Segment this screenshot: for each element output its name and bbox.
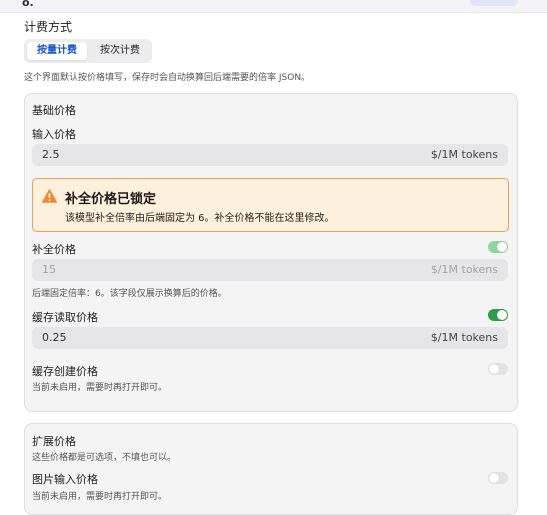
warning-title: 补全价格已锁定 <box>65 192 157 207</box>
cache-read-price-toggle[interactable] <box>488 309 508 321</box>
toggle-knob <box>489 473 499 483</box>
top-edge: o. <box>0 0 547 13</box>
image-input-price-toggle[interactable] <box>488 472 508 484</box>
warning-icon <box>42 189 57 203</box>
completion-price-hint: 后端固定倍率：6。该字段仅展示换算后的价格。 <box>32 289 227 299</box>
base-price-card <box>24 93 518 412</box>
input-price-field[interactable]: 2.5 $/1M tokens <box>32 144 508 166</box>
toggle-knob <box>497 242 507 252</box>
cache-create-price-hint: 当前未启用，需要时再打开即可。 <box>32 383 168 393</box>
cache-read-price-label: 缓存读取价格 <box>32 311 98 324</box>
cache-create-price-toggle[interactable] <box>488 363 508 375</box>
extended-price-title: 扩展价格 <box>32 435 76 448</box>
cache-read-price-unit: $/1M tokens <box>430 331 498 344</box>
cache-create-price-label: 缓存创建价格 <box>32 365 98 378</box>
input-price-label: 输入价格 <box>32 128 76 141</box>
image-input-price-label: 图片输入价格 <box>32 473 98 486</box>
tab-usage-based[interactable]: 按量计费 <box>27 42 87 60</box>
input-price-value[interactable]: 2.5 <box>42 144 60 166</box>
toggle-knob <box>497 310 507 320</box>
tab-per-request[interactable]: 按次计费 <box>90 42 150 60</box>
completion-price-field[interactable]: 15 $/1M tokens <box>32 259 508 281</box>
completion-price-unit: $/1M tokens <box>430 263 498 276</box>
toggle-knob <box>489 364 499 374</box>
pricing-mode-description: 这个界面默认按价格填写，保存时会自动换算回后端需要的倍率 JSON。 <box>24 73 311 83</box>
warning-text: 该模型补全倍率由后端固定为 6。补全价格不能在这里修改。 <box>65 213 335 224</box>
header-fragment: o. <box>22 0 34 9</box>
extended-price-hint: 这些价格都是可选项，不填也可以。 <box>32 453 177 463</box>
base-price-title: 基础价格 <box>32 104 76 117</box>
completion-price-label: 补全价格 <box>32 243 76 256</box>
completion-locked-warning: 补全价格已锁定 该模型补全倍率由后端固定为 6。补全价格不能在这里修改。 <box>32 178 509 232</box>
input-price-unit: $/1M tokens <box>430 148 498 161</box>
pricing-mode-title: 计费方式 <box>24 20 73 34</box>
completion-price-value: 15 <box>42 263 56 276</box>
cache-read-price-field[interactable]: 0.25 $/1M tokens <box>32 327 508 349</box>
pricing-mode-switch: 按量计费 按次计费 <box>24 39 152 63</box>
cache-read-price-value[interactable]: 0.25 <box>42 327 67 349</box>
image-input-price-hint: 当前未启用，需要时再打开即可。 <box>32 492 168 502</box>
header-action-pill[interactable] <box>470 0 518 6</box>
completion-price-toggle[interactable] <box>488 241 508 253</box>
